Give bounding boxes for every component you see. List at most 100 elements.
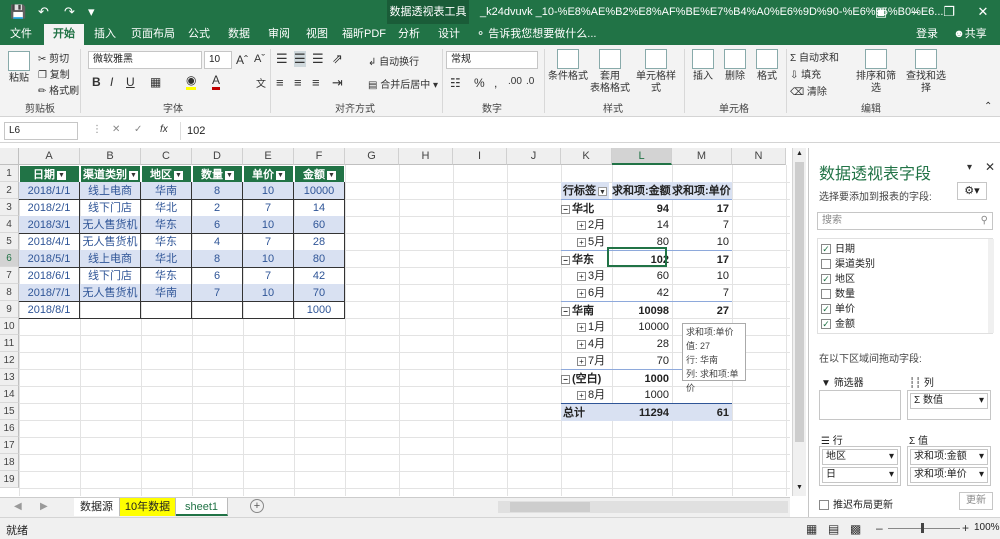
- collapse-icon[interactable]: −: [561, 374, 570, 384]
- field-item[interactable]: ✓ 金额: [821, 317, 855, 332]
- formula-input[interactable]: 102: [180, 122, 996, 140]
- column-header-j[interactable]: J: [507, 148, 561, 165]
- tab-view[interactable]: 视图: [300, 24, 334, 45]
- horizontal-scroll-thumb[interactable]: [510, 502, 590, 512]
- scroll-up-icon[interactable]: ▲: [796, 150, 803, 157]
- table-cell[interactable]: 10: [243, 182, 294, 200]
- filter-dropdown-icon[interactable]: ▼: [129, 170, 138, 180]
- table-cell[interactable]: 2018/7/1: [19, 284, 80, 302]
- more-icon[interactable]: ⋮: [92, 124, 102, 135]
- table-cell[interactable]: [192, 301, 243, 319]
- tab-formulas[interactable]: 公式: [182, 24, 216, 45]
- zoom-slider[interactable]: [888, 528, 960, 529]
- font-size-select[interactable]: 10: [204, 51, 232, 69]
- row-field-date[interactable]: 日 ▾: [822, 467, 898, 483]
- row-header-4[interactable]: 4: [0, 216, 19, 233]
- zoom-in-icon[interactable]: +: [962, 521, 969, 535]
- zoom-level[interactable]: 100%: [974, 522, 1000, 533]
- table-cell[interactable]: 7: [243, 267, 294, 285]
- tab-foxit-pdf[interactable]: 福昕PDF: [340, 24, 388, 45]
- select-all-corner[interactable]: [0, 148, 19, 165]
- value-field-price[interactable]: 求和项:单价 ▾: [910, 467, 988, 483]
- format-cells-button[interactable]: 格式: [752, 49, 782, 83]
- underline-icon[interactable]: U: [126, 75, 135, 89]
- column-header-e[interactable]: E: [243, 148, 294, 165]
- row-header-15[interactable]: 15: [0, 403, 19, 420]
- expand-icon[interactable]: +: [577, 288, 586, 298]
- italic-icon[interactable]: I: [110, 75, 113, 89]
- scroll-thumb[interactable]: [795, 162, 804, 442]
- font-color-icon[interactable]: A: [212, 73, 221, 90]
- filter-dropdown-icon[interactable]: ▼: [598, 186, 607, 196]
- table-cell[interactable]: 14: [294, 199, 345, 217]
- row-header-1[interactable]: 1: [0, 165, 19, 182]
- row-header-11[interactable]: 11: [0, 335, 19, 352]
- row-header-6[interactable]: 6: [0, 250, 19, 267]
- ribbon-options-icon[interactable]: ▣: [864, 0, 898, 24]
- table-header-cell[interactable]: 日期 ▼: [19, 165, 80, 183]
- normal-view-icon[interactable]: ▦: [806, 522, 817, 536]
- table-cell[interactable]: 华东: [141, 216, 192, 234]
- expand-icon[interactable]: +: [577, 237, 586, 247]
- table-cell[interactable]: 42: [294, 267, 345, 285]
- table-cell[interactable]: 6: [192, 267, 243, 285]
- border-icon[interactable]: ▦: [150, 75, 161, 89]
- pivot-sum-amount-cell[interactable]: 1000: [612, 369, 672, 387]
- column-header-m[interactable]: M: [672, 148, 732, 165]
- bold-icon[interactable]: B: [92, 75, 101, 89]
- row-header-5[interactable]: 5: [0, 233, 19, 250]
- table-cell[interactable]: 70: [294, 284, 345, 302]
- pivot-sum-price-cell[interactable]: 7: [672, 216, 732, 234]
- format-painter-button[interactable]: ✏ 格式刷: [38, 82, 79, 97]
- values-area[interactable]: 求和项:金额 ▾ 求和项:单价 ▾: [907, 446, 991, 486]
- pivot-sum-price-cell[interactable]: 27: [672, 301, 732, 319]
- field-item[interactable]: ✓ 单价: [821, 302, 855, 317]
- font-name-select[interactable]: 微软雅黑: [88, 51, 202, 69]
- field-search-input[interactable]: 搜索 ⚲: [817, 212, 993, 230]
- table-cell[interactable]: 无人售货机: [80, 216, 141, 234]
- column-header-i[interactable]: I: [453, 148, 507, 165]
- currency-icon[interactable]: ☷: [450, 76, 461, 90]
- checkbox-icon[interactable]: ✓: [821, 319, 831, 330]
- defer-update-checkbox[interactable]: 推迟布局更新: [819, 496, 893, 511]
- delete-cells-button[interactable]: 删除: [720, 49, 750, 83]
- pivot-row-label[interactable]: +4月: [577, 335, 612, 353]
- column-header-g[interactable]: G: [345, 148, 399, 165]
- filter-dropdown-icon[interactable]: ▼: [327, 170, 336, 180]
- sheet-tab-10yr[interactable]: 10年数据: [120, 498, 176, 516]
- table-cell[interactable]: 华南: [141, 284, 192, 302]
- filter-dropdown-icon[interactable]: ▼: [276, 170, 285, 180]
- column-header-k[interactable]: K: [561, 148, 612, 165]
- font-shrink-icon[interactable]: Aˇ: [254, 53, 265, 65]
- pivot-row-label[interactable]: − 华南: [561, 301, 612, 319]
- tab-review[interactable]: 审阅: [262, 24, 296, 45]
- zoom-thumb[interactable]: [921, 523, 924, 533]
- row-header-7[interactable]: 7: [0, 267, 19, 284]
- pane-options-icon[interactable]: ▾: [967, 162, 972, 173]
- filter-dropdown-icon[interactable]: ▼: [174, 170, 183, 180]
- table-cell[interactable]: 线下门店: [80, 199, 141, 217]
- table-cell[interactable]: 10: [243, 284, 294, 302]
- pivot-sum-amount-cell[interactable]: 10000: [612, 318, 672, 336]
- format-as-table-button[interactable]: 套用 表格格式: [590, 49, 630, 95]
- table-cell[interactable]: 10: [243, 250, 294, 268]
- expand-icon[interactable]: +: [577, 390, 586, 400]
- value-field-amount[interactable]: 求和项:金额 ▾: [910, 449, 988, 465]
- table-cell[interactable]: 28: [294, 233, 345, 251]
- cell-styles-button[interactable]: 单元格样式: [632, 49, 680, 95]
- table-cell[interactable]: 2018/2/1: [19, 199, 80, 217]
- merge-center-button[interactable]: ▤ 合并后居中 ▾: [368, 76, 438, 91]
- name-box[interactable]: L6: [4, 122, 78, 140]
- pivot-sum-price-cell[interactable]: 17: [672, 250, 732, 268]
- page-break-view-icon[interactable]: ▩: [850, 522, 861, 536]
- pivot-sum-amount-cell[interactable]: 42: [612, 284, 672, 302]
- table-header-cell[interactable]: 渠道类别 ▼: [80, 165, 141, 183]
- collapse-ribbon-icon[interactable]: ⌃: [984, 101, 992, 112]
- tab-file[interactable]: 文件: [4, 24, 38, 45]
- increase-decimal-icon[interactable]: .00: [508, 76, 522, 87]
- tab-insert[interactable]: 插入: [88, 24, 122, 45]
- pivot-grand-total-price[interactable]: 61: [672, 403, 732, 421]
- zoom-out-icon[interactable]: –: [876, 521, 883, 535]
- align-center-icon[interactable]: ≡: [294, 75, 302, 90]
- pivot-row-label[interactable]: +2月: [577, 216, 612, 234]
